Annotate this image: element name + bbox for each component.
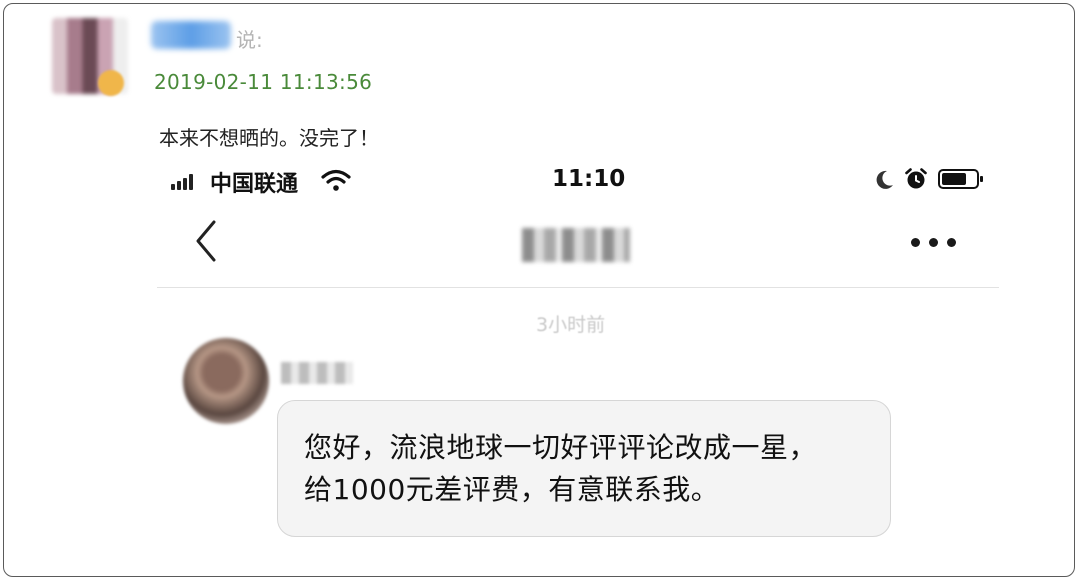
alarm-icon: [905, 168, 927, 189]
poster-name-redacted[interactable]: [151, 21, 231, 49]
post-timestamp: 2019-02-11 11:13:56: [154, 70, 373, 94]
moon-icon: [876, 170, 893, 189]
signal-icon: [171, 174, 197, 190]
message-bubble[interactable]: 您好，流浪地球一切好评评论改成一星， 给1000元差评费，有意联系我。: [277, 400, 891, 537]
sender-name-redacted: [281, 362, 353, 384]
chat-title-redacted: [522, 228, 630, 262]
message-line: 您好，流浪地球一切好评评论改成一星，: [304, 431, 818, 464]
chevron-left-icon[interactable]: [190, 218, 222, 264]
chat-time-label: 3小时前: [536, 314, 606, 336]
sender-avatar[interactable]: [183, 338, 269, 424]
post-text: 本来不想晒的。没完了！: [159, 126, 379, 150]
verified-badge-icon: [98, 70, 124, 96]
carrier-name: 中国联通: [210, 172, 299, 197]
nav-divider: [157, 287, 999, 288]
ellipsis-icon[interactable]: [908, 232, 960, 252]
phone-status-bar: 中国联通 11:10: [154, 160, 994, 200]
poster-says-label: 说:: [236, 28, 263, 52]
status-time: 11:10: [552, 166, 626, 192]
screenshot-frame: 说: 2019-02-11 11:13:56 本来不想晒的。没完了！ 中国联通 …: [3, 3, 1075, 577]
battery-icon: [938, 169, 983, 189]
wifi-icon: [321, 169, 351, 191]
message-line: 给1000元差评费，有意联系我。: [304, 473, 720, 506]
